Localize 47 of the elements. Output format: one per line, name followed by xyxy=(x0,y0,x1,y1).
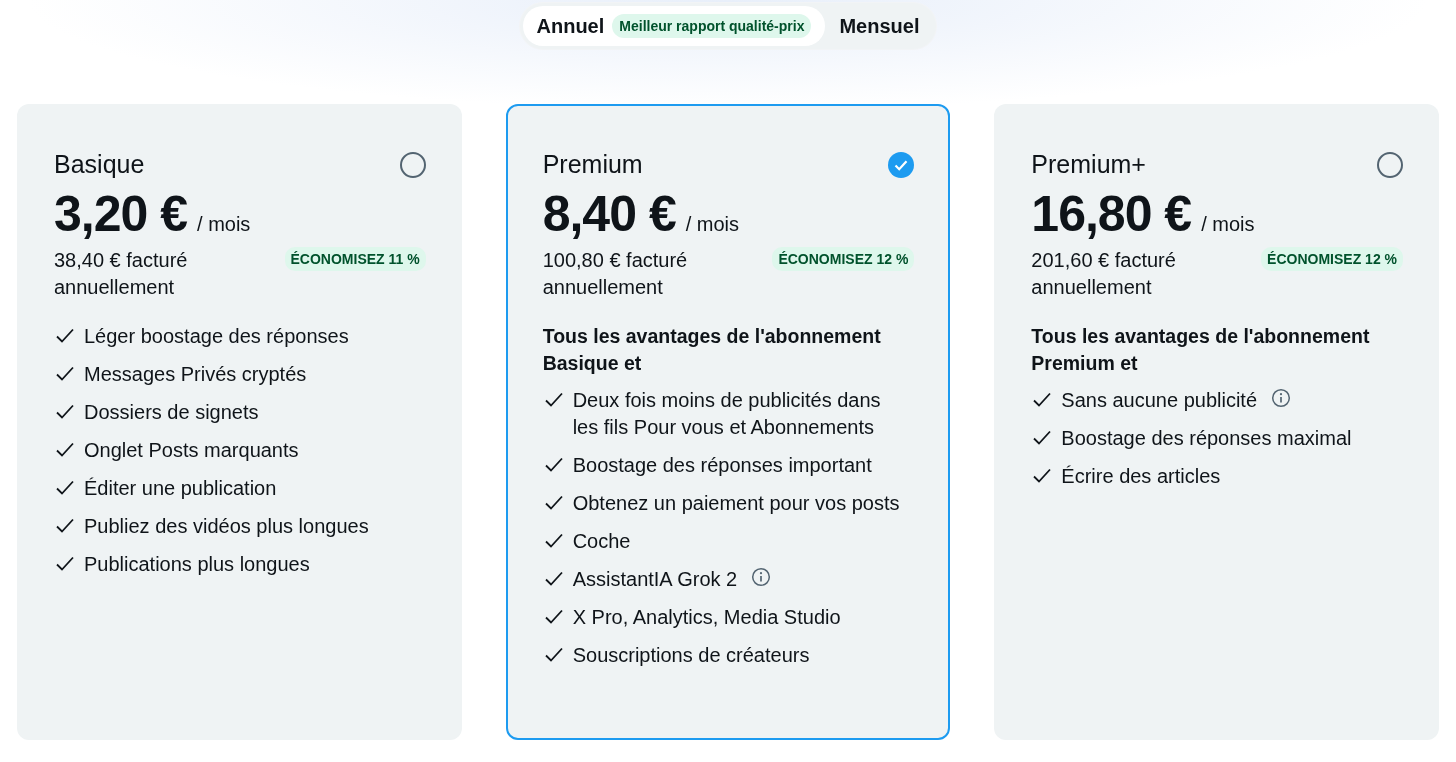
plan-intro: Tous les avantages de l'abonnement Premium et xyxy=(1031,324,1371,376)
tab-label: Annuel xyxy=(536,14,605,38)
plan-card[interactable] xyxy=(17,104,462,740)
plan-name: Basique xyxy=(54,150,145,179)
tab-label: Mensuel xyxy=(839,14,920,38)
info-icon[interactable] xyxy=(751,567,772,587)
feature-text: Boostage des réponses maximal xyxy=(1061,426,1352,451)
feature-text: Deux fois moins de publicités dans les fils Pour vous et Abonnements xyxy=(572,388,882,440)
plan-price: 3,20 € xyxy=(54,185,187,243)
plan-card[interactable] xyxy=(505,104,951,740)
feature-text: Publications plus longues xyxy=(84,552,310,577)
feature-text: Sans aucune publicité xyxy=(1061,388,1258,413)
radio-checked[interactable] xyxy=(888,151,915,178)
feature-text: Souscriptions de créateurs xyxy=(572,643,810,668)
feature-text: Publiez des vidéos plus longues xyxy=(84,514,369,539)
billing-note: 201,60 € facturé annuellement xyxy=(1031,248,1177,300)
price-period: / mois xyxy=(197,213,251,236)
best-value-badge: Meilleur rapport qualité-prix xyxy=(612,14,812,38)
feature-text: Dossiers de signets xyxy=(84,400,259,425)
feature-text: AssistantIA Grok 2 xyxy=(572,567,738,592)
savings-badge: ÉCONOMISEZ 12 % xyxy=(1261,247,1403,271)
radio-button[interactable] xyxy=(1377,151,1403,178)
price-period: / mois xyxy=(685,213,740,236)
price-period: / mois xyxy=(1201,213,1255,236)
feature-text: Onglet Posts marquants xyxy=(84,438,299,463)
plan-name: Premium xyxy=(542,150,643,179)
feature-text: Coche xyxy=(572,529,631,554)
plan-price: 8,40 € xyxy=(542,185,676,243)
billing-note: 38,40 € facturé annuellement xyxy=(54,248,189,300)
billing-tab[interactable]: Annuel Meilleur rapport qualité-prix xyxy=(522,6,826,46)
feature-text: Boostage des réponses important xyxy=(572,453,872,478)
radio-button[interactable] xyxy=(399,151,426,178)
plan-name: Premium+ xyxy=(1031,150,1146,179)
savings-badge: ÉCONOMISEZ 11 % xyxy=(284,247,426,271)
feature-text: Écrire des articles xyxy=(1061,464,1221,489)
billing-note: 100,80 € facturé annuellement xyxy=(542,248,689,300)
feature-text: Léger boostage des réponses xyxy=(84,324,349,349)
plan-price: 16,80 € xyxy=(1031,185,1192,243)
feature-text: Éditer une publication xyxy=(84,476,277,501)
plan-card[interactable]: Premium+ 16,80 € / mois 201,60 € facturé annuellement ÉCONOMISEZ 12 % Tous les avantages de l'abonnement Premium et Sans aucune publicité Boostage des réponses maximal Écrire des articles xyxy=(994,104,1439,740)
plan-intro: Tous les avantages de l'abonnement Basique et xyxy=(542,324,882,376)
feature-text: Messages Privés cryptés xyxy=(84,362,307,387)
feature-text: X Pro, Analytics, Media Studio xyxy=(572,605,841,630)
info-icon[interactable] xyxy=(1271,388,1292,408)
billing-tab[interactable]: Mensuel xyxy=(825,6,934,46)
savings-badge: ÉCONOMISEZ 12 % xyxy=(772,247,915,271)
feature-text: Obtenez un paiement pour vos posts xyxy=(572,491,900,516)
